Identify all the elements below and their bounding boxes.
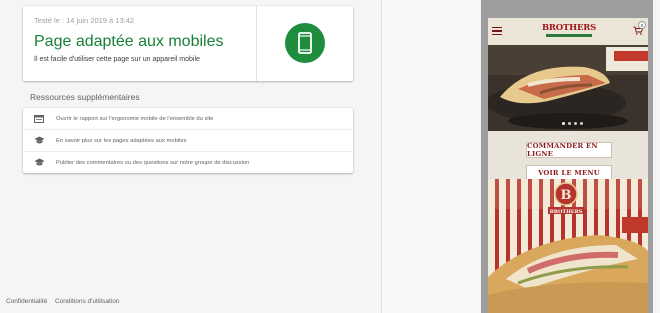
- resource-label: En savoir plus sur les pages adaptées au…: [56, 137, 187, 144]
- resources-heading: Ressources supplémentaires: [30, 92, 140, 102]
- resources-card: Ouvrir le rapport sur l'ergonomie mobile…: [23, 108, 353, 173]
- result-title: Page adaptée aux mobiles: [34, 33, 224, 50]
- hero-image-wrap-sandwich: [488, 45, 648, 131]
- smartphone-icon: [298, 32, 312, 54]
- result-subtitle: Il est facile d'utiliser cette page sur …: [34, 56, 200, 63]
- report-icon: [33, 114, 45, 124]
- hero-image: [488, 45, 648, 131]
- resource-label: Ouvrir le rapport sur l'ergonomie mobile…: [56, 115, 214, 122]
- site-header: BROTHERS 0: [488, 18, 648, 45]
- resource-item-discussion-group[interactable]: Publier des commentaires ou des question…: [23, 152, 353, 173]
- school-icon: [33, 158, 45, 168]
- resource-label: Publier des commentaires ou des question…: [56, 159, 250, 166]
- preview-gutter: [382, 0, 480, 313]
- resource-item-usability-report[interactable]: Ouvrir le rapport sur l'ergonomie mobile…: [23, 108, 353, 129]
- school-icon: [33, 136, 45, 146]
- site-logo[interactable]: BROTHERS: [542, 24, 596, 38]
- promo-logo-letter: B: [561, 188, 572, 203]
- cart-count-badge: 0: [638, 21, 646, 29]
- order-online-button[interactable]: COMMANDER EN LIGNE: [526, 142, 612, 158]
- mobile-preview-screen[interactable]: BROTHERS 0 COMMANDER EN LIGNE VOIR LE ME: [488, 18, 648, 313]
- tested-timestamp: Testé le : 14 juin 2019 à 13:42: [34, 16, 135, 25]
- promo-logo-text: BROTHERS: [550, 209, 583, 215]
- promo-image: B BROTHERS: [488, 179, 648, 313]
- test-results-pane: Testé le : 14 juin 2019 à 13:42 Page ada…: [0, 0, 381, 313]
- result-divider: [256, 6, 257, 81]
- result-card: Testé le : 14 juin 2019 à 13:42 Page ada…: [23, 6, 353, 81]
- privacy-link[interactable]: Confidentialité: [6, 298, 47, 305]
- mobile-friendly-badge: [285, 23, 325, 63]
- promo-banner: B BROTHERS: [488, 179, 648, 313]
- resource-item-learn-more[interactable]: En savoir plus sur les pages adaptées au…: [23, 130, 353, 151]
- terms-link[interactable]: Conditions d'utilisation: [55, 298, 119, 305]
- carousel-dots[interactable]: [562, 122, 583, 125]
- menu-icon[interactable]: [492, 27, 502, 36]
